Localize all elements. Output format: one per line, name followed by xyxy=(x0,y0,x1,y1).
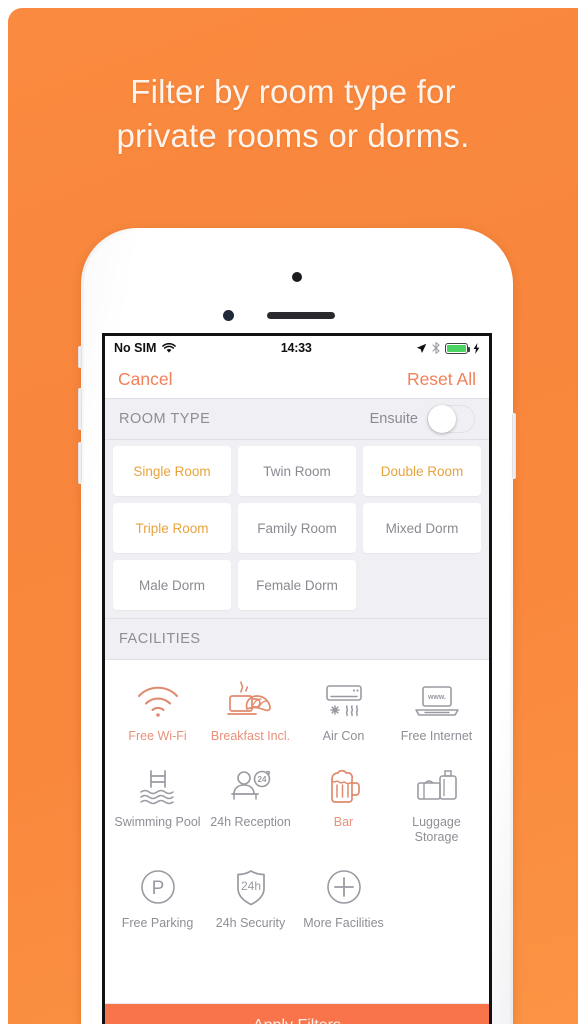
phone-screen: No SIM 14:33 Cancel Reset All ROOM TYPE … xyxy=(102,333,492,1024)
facility-label: 24h Security xyxy=(215,916,286,930)
facility-breakfast-incl[interactable]: Breakfast Incl. xyxy=(204,670,297,752)
page-title: Filter by room type for private rooms or… xyxy=(8,70,578,158)
shield-24h-icon: 24h xyxy=(222,863,280,913)
headline-line-2: private rooms or dorms. xyxy=(116,117,470,154)
facility-label: Bar xyxy=(333,815,354,829)
room-type-option-female-dorm[interactable]: Female Dorm xyxy=(238,560,356,610)
room-type-grid-spacer xyxy=(363,560,481,610)
room-type-grid: Single Room Twin Room Double Room Triple… xyxy=(105,440,489,618)
room-type-option-triple-room[interactable]: Triple Room xyxy=(113,503,231,553)
silent-switch[interactable] xyxy=(78,346,82,368)
room-type-option-label: Female Dorm xyxy=(256,577,338,593)
swimming-pool-icon xyxy=(129,762,187,812)
facility-label: More Facilities xyxy=(303,916,384,930)
facility-label: Air Con xyxy=(322,729,365,743)
breakfast-icon xyxy=(222,676,280,726)
room-type-option-label: Family Room xyxy=(257,520,337,536)
front-camera xyxy=(292,272,302,282)
facility-free-wifi[interactable]: Free Wi-Fi xyxy=(111,670,204,752)
phone-mockup: No SIM 14:33 Cancel Reset All ROOM TYPE … xyxy=(78,228,516,1024)
reset-all-button[interactable]: Reset All xyxy=(407,369,476,390)
room-type-option-label: Twin Room xyxy=(263,463,331,479)
earpiece-speaker xyxy=(267,312,335,319)
clock: 14:33 xyxy=(280,341,312,355)
room-type-option-label: Single Room xyxy=(133,463,211,479)
beer-mug-icon xyxy=(315,762,373,812)
facility-24h-security[interactable]: 24h 24h Security xyxy=(204,857,297,939)
svg-text:www.: www. xyxy=(426,694,445,701)
facilities-section-header: FACILITIES xyxy=(105,618,489,660)
facility-label: Free Internet xyxy=(400,729,473,743)
svg-text:24: 24 xyxy=(257,775,266,784)
apply-filters-label: Apply Filters xyxy=(253,1017,341,1024)
room-type-option-label: Triple Room xyxy=(135,520,209,536)
facility-bar[interactable]: Bar xyxy=(297,756,390,853)
battery-icon xyxy=(445,342,471,354)
proximity-sensor xyxy=(223,310,234,321)
headline-line-1: Filter by room type for xyxy=(130,73,456,110)
plus-circle-icon xyxy=(315,863,373,913)
carrier-label: No SIM xyxy=(114,341,157,355)
room-type-option-label: Male Dorm xyxy=(138,577,205,593)
luggage-icon xyxy=(408,762,466,812)
facilities-grid: Free Wi-Fi Breakfast Incl. Air Con www. … xyxy=(105,660,489,943)
laptop-www-icon: www. xyxy=(408,676,466,726)
facility-air-con[interactable]: Air Con xyxy=(297,670,390,752)
cancel-button[interactable]: Cancel xyxy=(118,369,172,390)
volume-up-button[interactable] xyxy=(78,388,82,430)
room-type-option-male-dorm[interactable]: Male Dorm xyxy=(113,560,231,610)
room-type-option-mixed-dorm[interactable]: Mixed Dorm xyxy=(363,503,481,553)
ensuite-toggle[interactable] xyxy=(427,405,475,433)
facility-label: Swimming Pool xyxy=(114,815,201,829)
facility-label: 24h Reception xyxy=(210,815,291,829)
facility-more-facilities[interactable]: More Facilities xyxy=(297,857,390,939)
ensuite-label: Ensuite xyxy=(369,411,418,427)
room-type-option-label: Double Room xyxy=(380,463,464,479)
charging-bolt-icon xyxy=(473,342,480,354)
apply-filters-button[interactable]: Apply Filters xyxy=(105,1003,489,1024)
location-arrow-icon xyxy=(416,343,427,353)
room-type-option-single-room[interactable]: Single Room xyxy=(113,446,231,496)
room-type-option-label: Mixed Dorm xyxy=(385,520,459,536)
bluetooth-icon xyxy=(432,342,440,354)
facility-free-internet[interactable]: www. Free Internet xyxy=(390,670,483,752)
facility-swimming-pool[interactable]: Swimming Pool xyxy=(111,756,204,853)
room-type-option-twin-room[interactable]: Twin Room xyxy=(238,446,356,496)
power-button[interactable] xyxy=(512,413,516,479)
facility-label: Free Wi-Fi xyxy=(128,729,187,743)
room-type-title: ROOM TYPE xyxy=(119,411,211,427)
promo-poster: Filter by room type for private rooms or… xyxy=(8,8,578,1024)
svg-text:24h: 24h xyxy=(240,879,260,893)
facility-free-parking[interactable]: P Free Parking xyxy=(111,857,204,939)
room-type-section-header: ROOM TYPE Ensuite xyxy=(105,398,489,440)
navigation-bar: Cancel Reset All xyxy=(105,360,489,398)
reception-24h-icon: 24 xyxy=(222,762,280,812)
room-type-option-double-room[interactable]: Double Room xyxy=(363,446,481,496)
facility-label: Luggage Storage xyxy=(412,815,461,844)
facility-luggage-storage[interactable]: Luggage Storage xyxy=(390,756,483,853)
air-conditioner-icon xyxy=(315,676,373,726)
facility-label: Free Parking xyxy=(121,916,194,930)
facilities-title: FACILITIES xyxy=(119,631,201,647)
svg-text:P: P xyxy=(151,878,164,899)
ensuite-toggle-knob xyxy=(428,405,456,433)
facility-label: Breakfast Incl. xyxy=(210,729,291,743)
facility-24h-reception[interactable]: 24 24h Reception xyxy=(204,756,297,853)
room-type-option-family-room[interactable]: Family Room xyxy=(238,503,356,553)
status-bar: No SIM 14:33 xyxy=(105,336,489,360)
parking-p-icon: P xyxy=(129,863,187,913)
wifi-icon xyxy=(129,676,187,726)
wifi-icon xyxy=(162,342,177,353)
volume-down-button[interactable] xyxy=(78,442,82,484)
